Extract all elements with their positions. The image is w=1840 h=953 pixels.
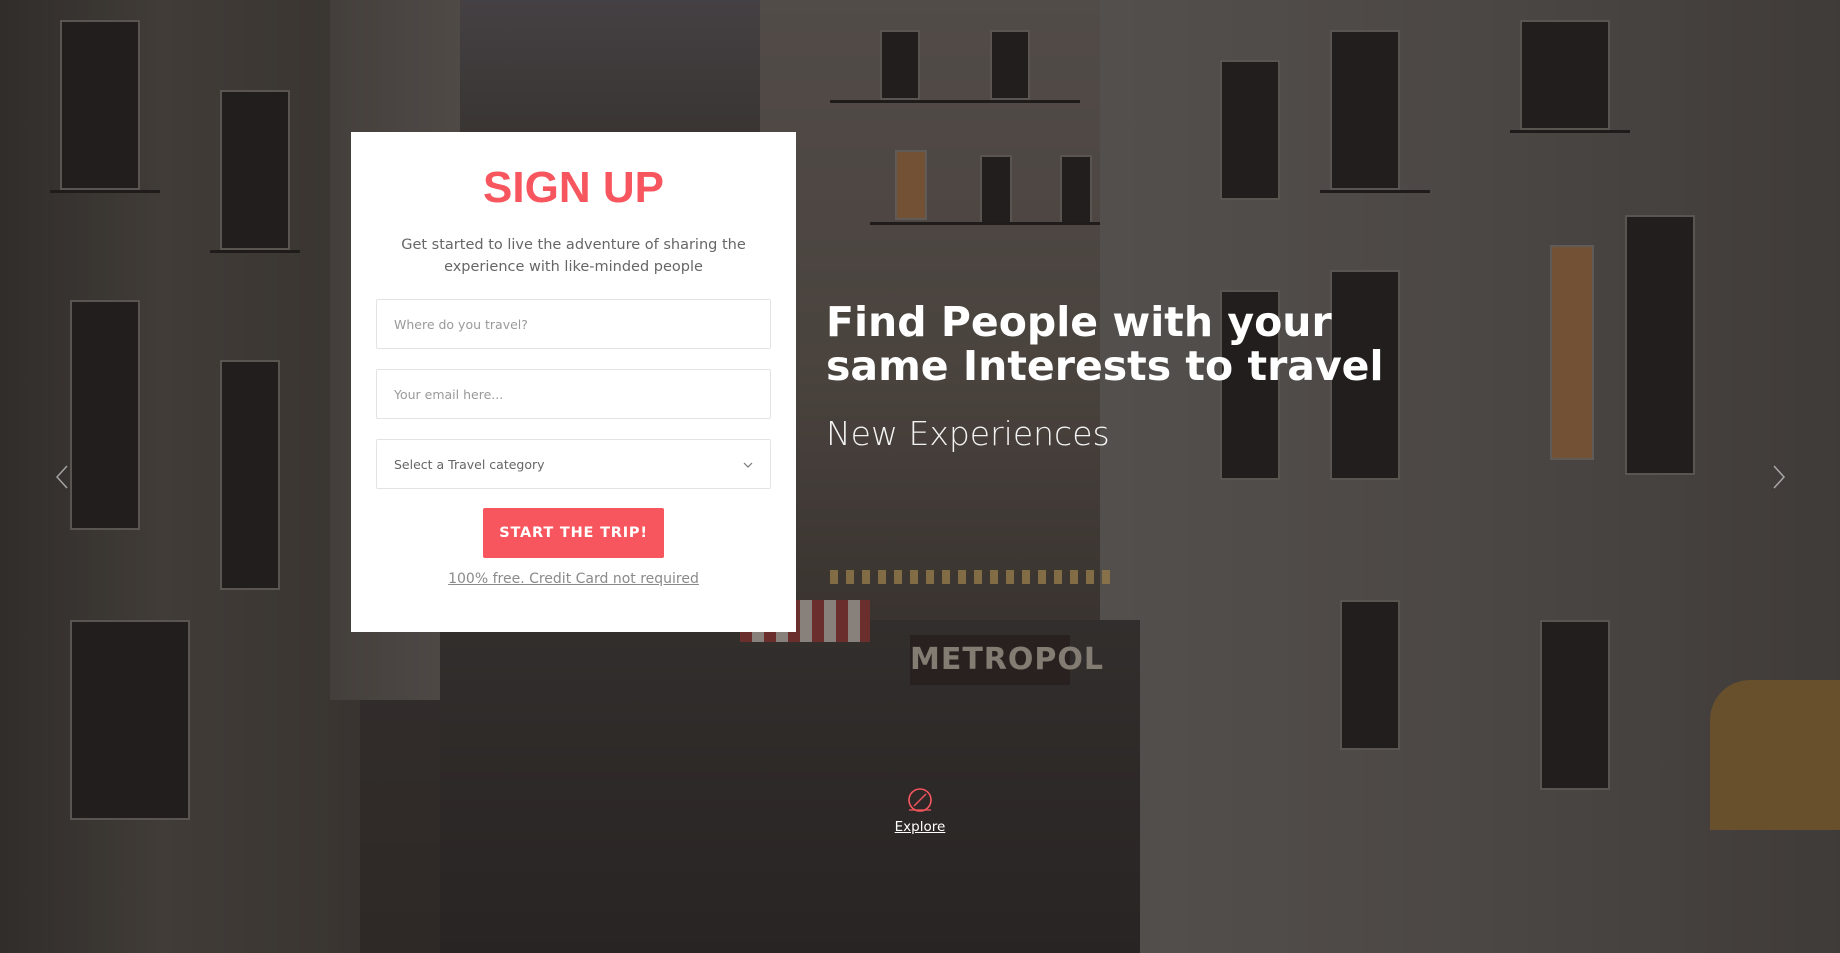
travel-category-select[interactable]: Select a Travel category (376, 439, 771, 489)
hero-headline: Find People with your same Interests to … (826, 298, 1384, 390)
free-note-link[interactable]: 100% free. Credit Card not required (376, 571, 771, 587)
explore-link[interactable]: Explore (880, 786, 960, 835)
signup-title: SIGN UP (483, 163, 664, 212)
chevron-down-icon (743, 457, 753, 471)
compass-icon (905, 786, 935, 814)
signup-subtitle: Get started to live the adventure of sha… (401, 237, 746, 275)
email-input[interactable] (376, 369, 771, 419)
carousel-next-button[interactable] (1767, 462, 1791, 496)
destination-input[interactable] (376, 299, 771, 349)
hero-text: Find People with your same Interests to … (826, 300, 1446, 454)
signup-card: SIGN UP Get started to live the adventur… (351, 132, 796, 632)
travel-category-select-value: Select a Travel category (394, 456, 545, 472)
carousel-prev-button[interactable] (50, 462, 74, 496)
chevron-right-icon (1772, 460, 1786, 498)
explore-label: Explore (894, 819, 946, 835)
hero-tagline: New Experiences (826, 414, 1110, 453)
start-trip-button[interactable]: START THE TRIP! (483, 508, 664, 558)
chevron-left-icon (55, 460, 69, 498)
